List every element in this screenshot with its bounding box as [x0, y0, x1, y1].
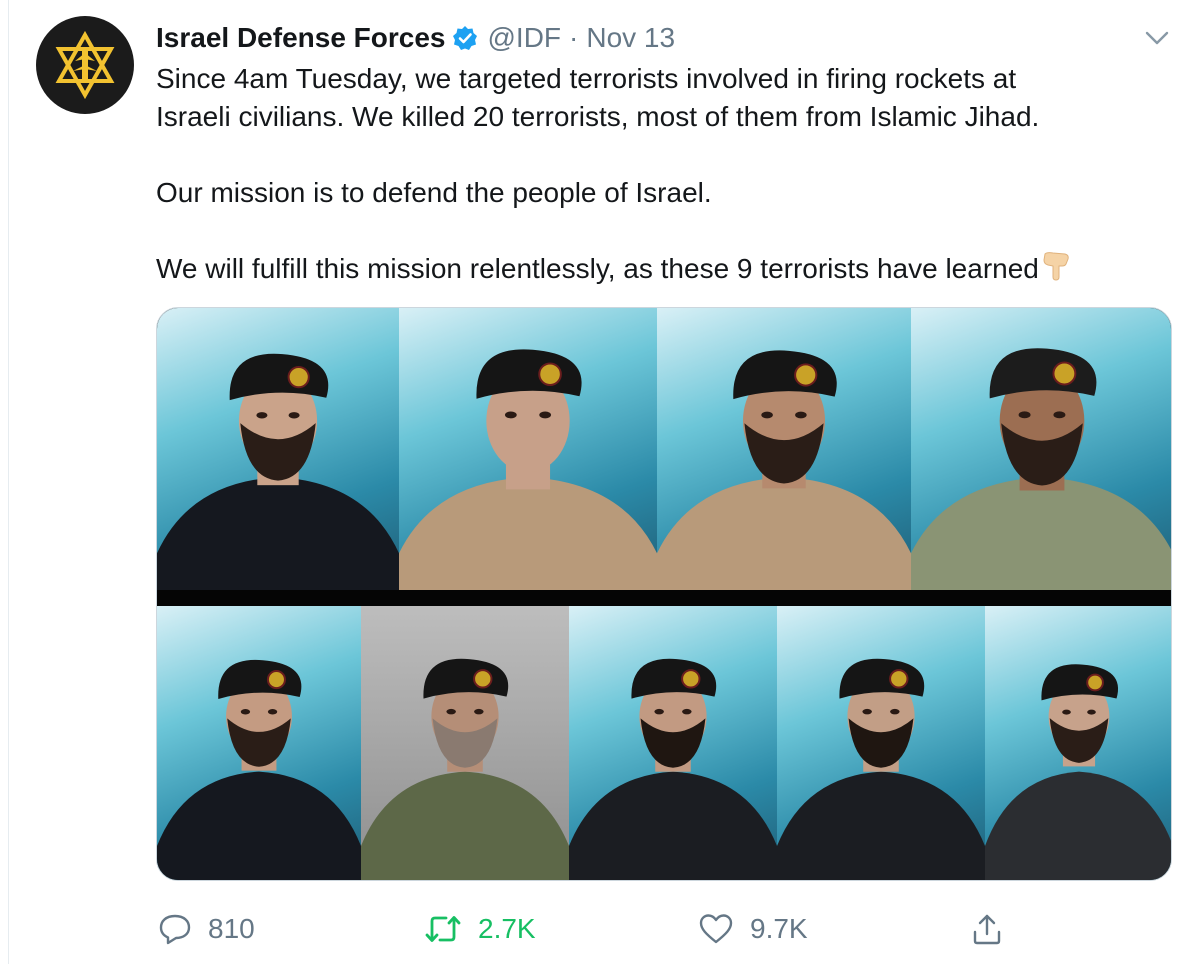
tweet-date[interactable]: Nov 13: [586, 22, 675, 54]
retweet-button[interactable]: 2.7K: [424, 912, 536, 946]
photo-row-top: [157, 308, 1171, 590]
tweet-header: Israel Defense Forces @IDF · Nov 13: [156, 18, 675, 58]
portrait-photo[interactable]: [157, 606, 361, 880]
tweet-actions: 810 2.7K 9.7K: [156, 912, 1172, 952]
like-button[interactable]: 9.7K: [698, 912, 808, 946]
portrait-photo[interactable]: [911, 308, 1171, 590]
portrait-photo[interactable]: [399, 308, 657, 590]
portrait-photo[interactable]: [157, 308, 399, 590]
portrait-photo[interactable]: [657, 308, 911, 590]
heart-icon: [699, 914, 733, 944]
retweet-count: 2.7K: [478, 913, 536, 944]
share-button[interactable]: [970, 912, 1020, 946]
tweet-text-line: Since 4am Tuesday, we targeted terrorist…: [156, 63, 1017, 94]
portrait-photo[interactable]: [361, 606, 569, 880]
separator-dot: ·: [569, 22, 579, 53]
backhand-index-pointing-down-icon: [1041, 250, 1071, 292]
portrait-photo[interactable]: [985, 606, 1171, 880]
tweet-text-line: We will fulfill this mission relentlessl…: [156, 250, 1186, 292]
photo-divider: [157, 590, 1171, 606]
reply-count: 810: [208, 913, 255, 944]
tweet[interactable]: Israel Defense Forces @IDF · Nov 13 Sinc…: [0, 0, 1200, 964]
tweet-photo-grid[interactable]: [156, 307, 1172, 881]
tweet-text-line: Our mission is to defend the people of I…: [156, 177, 712, 208]
author-handle[interactable]: @IDF: [488, 22, 562, 54]
verified-badge-icon: [452, 25, 478, 51]
photo-row-bottom: [157, 606, 1171, 880]
author-name[interactable]: Israel Defense Forces: [156, 22, 446, 54]
tweet-text: Since 4am Tuesday, we targeted terrorist…: [156, 60, 1186, 292]
author-avatar[interactable]: [36, 16, 134, 114]
reply-icon: [159, 914, 191, 945]
reply-button[interactable]: 810: [158, 912, 255, 946]
tweet-text-line: Israeli civilians. We killed 20 terroris…: [156, 101, 1040, 132]
portrait-photo[interactable]: [777, 606, 985, 880]
chevron-down-icon[interactable]: [1142, 26, 1172, 50]
retweet-icon: [425, 916, 461, 942]
idf-logo-icon: [55, 30, 115, 100]
portrait-photo[interactable]: [569, 606, 777, 880]
share-icon: [973, 914, 1001, 945]
like-count: 9.7K: [750, 913, 808, 944]
